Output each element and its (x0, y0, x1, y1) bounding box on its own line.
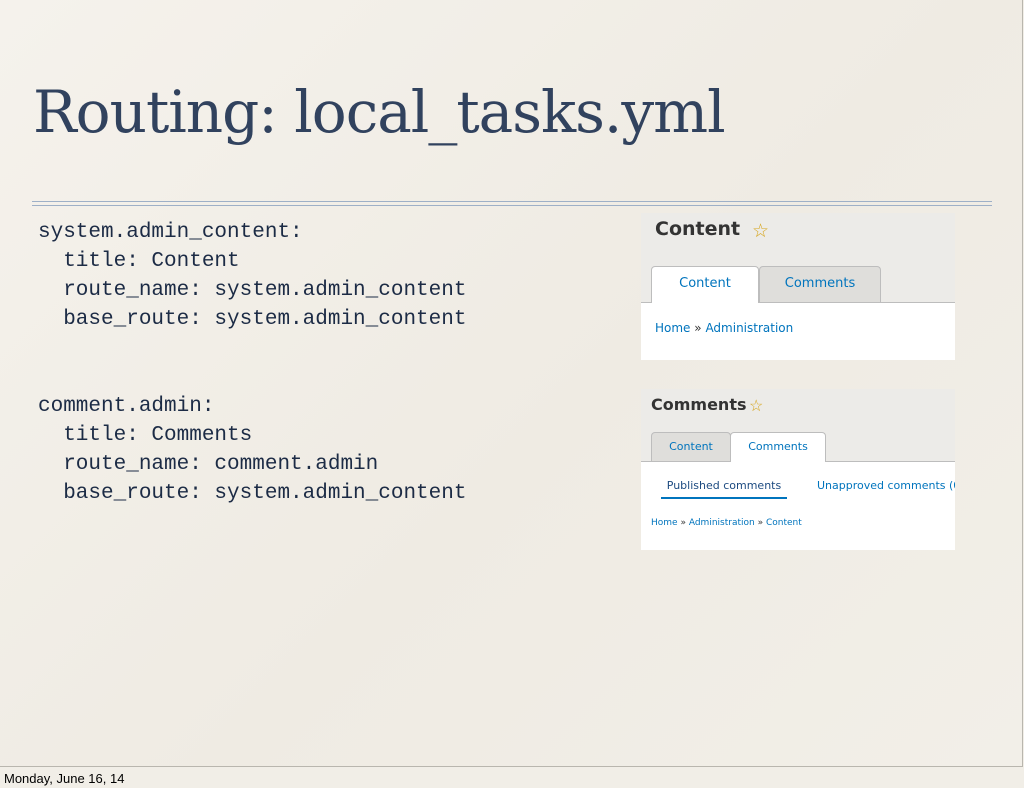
breadcrumb: Home » Administration » Content (651, 518, 802, 528)
code-line: route_name: system.admin_content (38, 279, 467, 302)
code-line: base_route: system.admin_content (38, 308, 467, 331)
page-title: Comments (651, 395, 747, 414)
code-block-system-admin-content: system.admin_content: title: Content rou… (38, 218, 466, 334)
breadcrumb-home[interactable]: Home (655, 321, 690, 335)
page-header: Comments ☆ Content Comments (641, 389, 955, 462)
code-line: title: Comments (38, 424, 253, 447)
footer-date: Monday, June 16, 14 (4, 771, 125, 786)
comments-page-screenshot: Comments ☆ Content Comments Published co… (641, 389, 955, 550)
page-header: Content ☆ Content Comments (641, 213, 955, 303)
breadcrumb-content[interactable]: Content (766, 518, 802, 528)
tab-content[interactable]: Content (651, 266, 759, 303)
code-line: title: Content (38, 250, 240, 273)
content-page-screenshot: Content ☆ Content Comments Home » Admini… (641, 213, 955, 360)
slide: Routing: local_tasks.yml system.admin_co… (0, 0, 1023, 767)
subtab-unapproved-comments[interactable]: Unapproved comments (0) (817, 479, 955, 492)
breadcrumb-separator: » (694, 321, 702, 335)
page-title: Content (655, 218, 741, 240)
code-line: system.admin_content: (38, 221, 303, 244)
tab-comments[interactable]: Comments (730, 432, 826, 462)
breadcrumb: Home » Administration (655, 321, 793, 335)
code-line: base_route: system.admin_content (38, 482, 467, 505)
code-block-comment-admin: comment.admin: title: Comments route_nam… (38, 392, 466, 508)
star-outline-icon[interactable]: ☆ (749, 396, 763, 416)
slide-title: Routing: local_tasks.yml (33, 78, 726, 146)
subtab-published-comments[interactable]: Published comments (661, 479, 787, 499)
code-line: comment.admin: (38, 395, 215, 418)
tab-comments[interactable]: Comments (759, 266, 881, 302)
title-divider (32, 201, 992, 202)
breadcrumb-administration[interactable]: Administration (689, 518, 755, 528)
star-outline-icon[interactable]: ☆ (752, 220, 769, 243)
code-line: route_name: comment.admin (38, 453, 379, 476)
breadcrumb-home[interactable]: Home (651, 518, 678, 528)
title-divider (32, 205, 992, 206)
tab-content[interactable]: Content (651, 432, 731, 461)
breadcrumb-separator: » (680, 518, 686, 528)
breadcrumb-separator: » (757, 518, 764, 528)
breadcrumb-administration[interactable]: Administration (705, 321, 793, 335)
